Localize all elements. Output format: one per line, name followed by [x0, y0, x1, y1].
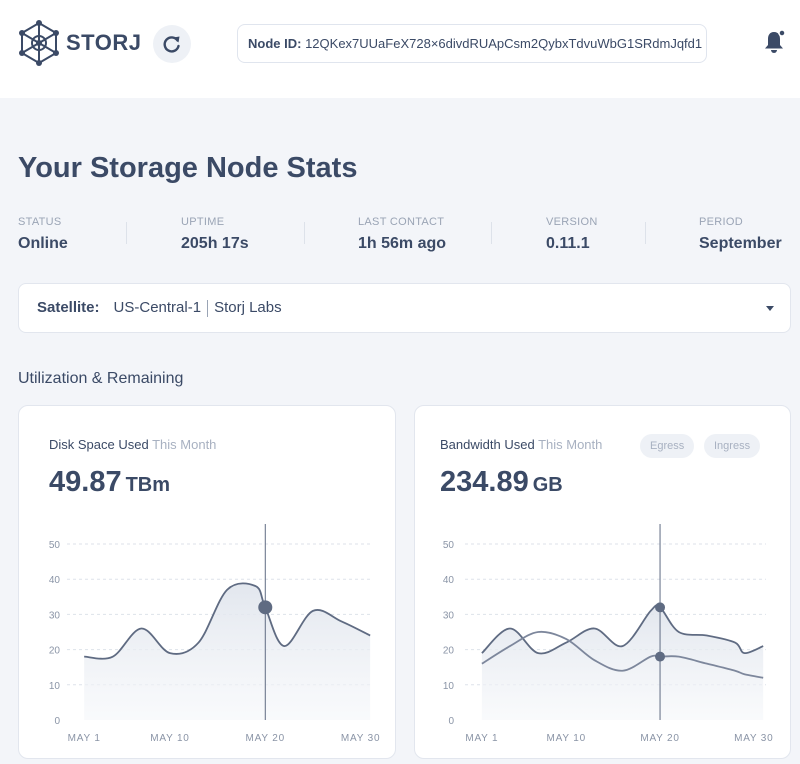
bell-icon [765, 29, 786, 53]
stat-label: STATUS [18, 216, 62, 228]
stat-period: PERIOD September [699, 216, 782, 253]
card-value: 234.89 GB [440, 466, 563, 499]
disk-space-chart: 0 10 20 30 40 50 MAY 1 MAY 10 MAY 20 MAY 30 [49, 524, 380, 744]
stat-value: 1h 56m ago [358, 235, 447, 252]
satellite-separator [207, 299, 209, 317]
stat-label: VERSION [546, 216, 598, 228]
bandwidth-card: 0 10 20 30 40 50 MAY 1 MAY 10 MAY 20 MAY 30 Bandw… [414, 405, 791, 759]
satellite-name: US-Central-1 [113, 299, 202, 316]
refresh-icon [163, 36, 180, 53]
x-tick-label: MAY 10 [150, 733, 189, 744]
refresh-button[interactable] [153, 25, 191, 63]
logo-text: STORJ [66, 30, 142, 55]
series-area [481, 605, 764, 720]
section-title: Utilization & Remaining [18, 370, 184, 387]
y-tick-label: 10 [49, 681, 61, 692]
card-title: Bandwidth Used This Month [440, 437, 602, 452]
stat-value: 0.11.1 [546, 235, 590, 252]
card-value: 49.87 TBm [49, 466, 170, 499]
y-tick-label: 10 [443, 681, 455, 692]
stat-divider [304, 222, 305, 244]
node-id-field[interactable]: Node ID: 12QKex7UUaFeX728×6divdRUApCsm2Q… [237, 24, 707, 63]
ingress-toggle[interactable]: Ingress [704, 434, 761, 458]
card-value-number: 49.87 [49, 466, 122, 498]
card-value-number: 234.89 [440, 466, 529, 498]
storj-logo[interactable]: STORJ [18, 20, 141, 66]
card-title-period: This Month [538, 437, 603, 452]
card-value-unit: GB [532, 474, 563, 496]
stat-label: PERIOD [699, 216, 743, 228]
caret-down-icon [766, 306, 774, 311]
satellite-select[interactable]: Satellite: US-Central-1 Storj Labs [18, 283, 791, 333]
egress-toggle[interactable]: Egress [640, 434, 695, 458]
stat-divider [645, 222, 646, 244]
top-header: STORJ Node ID: 12QKex7UUaFeX728×6divdRUA… [0, 0, 800, 98]
y-tick-label: 0 [448, 716, 454, 727]
hover-point-marker [655, 651, 666, 662]
disk-space-card: 0 10 20 30 40 50 MAY 1 MAY 10 MAY 20 MAY 30 Disk … [18, 405, 396, 759]
stat-label: LAST CONTACT [358, 216, 445, 228]
storj-logo-icon [19, 20, 59, 66]
y-tick-label: 30 [443, 610, 455, 621]
stat-status: STATUS Online [18, 216, 68, 253]
x-tick-label: MAY 1 [465, 733, 498, 744]
satellite-owner: Storj Labs [214, 299, 282, 316]
hover-point-marker [655, 602, 666, 613]
hover-point-marker [258, 600, 273, 615]
node-id-label: Node ID: [248, 36, 302, 51]
x-tick-label: MAY 30 [341, 733, 380, 744]
stat-value: September [699, 235, 782, 252]
y-tick-label: 50 [443, 540, 455, 551]
stat-divider [126, 222, 127, 244]
x-tick-label: MAY 30 [734, 733, 773, 744]
y-tick-label: 40 [49, 575, 61, 586]
stat-divider [491, 222, 492, 244]
x-tick-label: MAY 1 [68, 733, 101, 744]
y-tick-label: 40 [443, 575, 455, 586]
stat-version: VERSION 0.11.1 [546, 216, 598, 253]
stat-uptime: UPTIME 205h 17s [181, 216, 249, 253]
page-title: Your Storage Node Stats [18, 152, 358, 184]
stat-value: Online [18, 235, 68, 252]
y-tick-label: 30 [49, 610, 61, 621]
card-title-text: Bandwidth Used [440, 437, 535, 452]
stat-last-contact: LAST CONTACT 1h 56m ago [358, 216, 446, 253]
y-tick-label: 20 [49, 646, 61, 657]
card-title-period: This Month [152, 437, 217, 452]
y-tick-label: 0 [54, 716, 60, 727]
y-tick-label: 50 [49, 540, 61, 551]
x-tick-label: MAY 20 [640, 733, 679, 744]
series-area [84, 583, 371, 720]
satellite-label: Satellite: [37, 299, 100, 316]
x-tick-label: MAY 10 [547, 733, 586, 744]
card-title-text: Disk Space Used [49, 437, 149, 452]
notifications-button[interactable] [763, 29, 786, 54]
stat-value: 205h 17s [181, 235, 249, 252]
card-value-unit: TBm [125, 474, 171, 496]
node-id-value: 12QKex7UUaFeX728×6divdRUApCsm2QybxTdvuWb… [305, 36, 703, 51]
x-tick-label: MAY 20 [246, 733, 285, 744]
card-title: Disk Space Used This Month [49, 437, 216, 452]
bandwidth-chart: 0 10 20 30 40 50 MAY 1 MAY 10 MAY 20 MAY 30 [443, 524, 773, 744]
stat-label: UPTIME [181, 216, 225, 228]
y-tick-label: 20 [443, 646, 455, 657]
